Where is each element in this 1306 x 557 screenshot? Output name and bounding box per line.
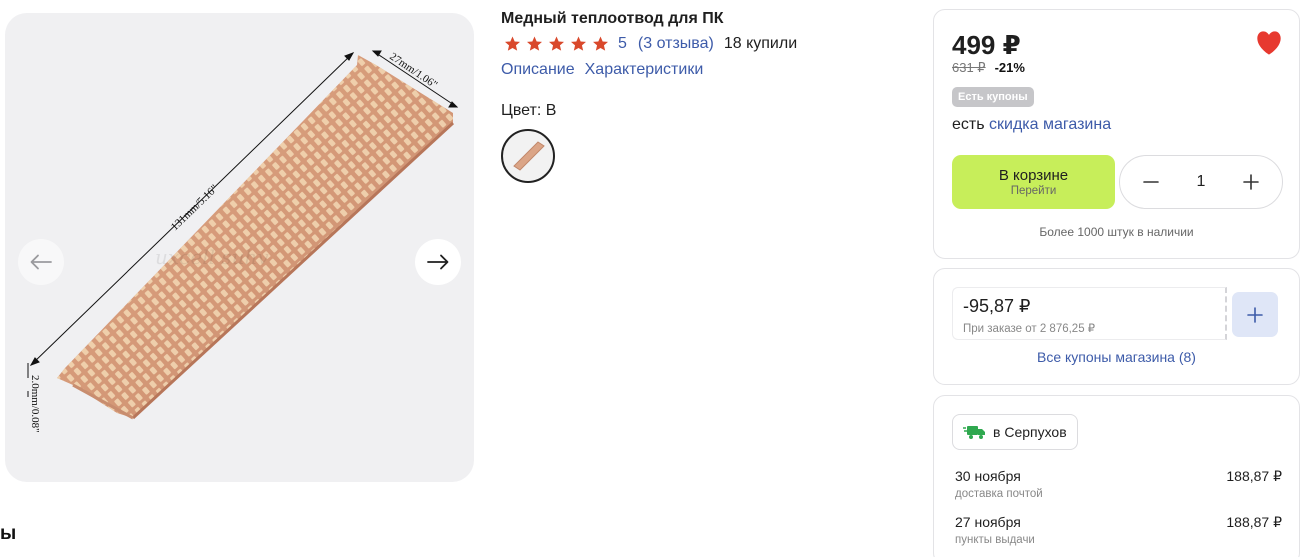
- arrow-right-icon: [427, 254, 449, 270]
- city-label: в Серпухов: [993, 424, 1067, 440]
- current-price: 499 ₽: [952, 30, 1021, 60]
- delivery-date: 27 ноября: [955, 514, 1021, 530]
- delivery-type: пункты выдачи: [955, 534, 1035, 546]
- product-title: Медный теплоотвод для ПК: [501, 10, 724, 27]
- description-link[interactable]: Описание: [501, 61, 575, 79]
- delivery-price: 188,87 ₽: [1226, 468, 1282, 484]
- color-swatch-b[interactable]: [501, 129, 555, 183]
- in-cart-button[interactable]: В корзине Перейти: [952, 155, 1115, 209]
- swatch-thumbnail: [513, 141, 545, 171]
- add-coupon-button[interactable]: [1232, 292, 1278, 337]
- store-discount-row: есть скидка магазина: [952, 116, 1111, 134]
- rating-value[interactable]: 5: [618, 35, 627, 53]
- truck-icon: [963, 426, 985, 439]
- old-price: 631 ₽: [952, 60, 986, 75]
- section-heading-partial: ы: [0, 523, 17, 544]
- gallery-prev-button[interactable]: [18, 239, 64, 285]
- star-icon: [593, 36, 608, 51]
- gallery-next-button[interactable]: [415, 239, 461, 285]
- delivery-price: 188,87 ₽: [1226, 514, 1282, 530]
- heart-icon[interactable]: [1255, 30, 1283, 56]
- coupon-amount: -95,87 ₽: [963, 296, 1031, 316]
- delivery-date: 30 ноября: [955, 468, 1021, 484]
- image-watermark: uxcell suhv: [155, 245, 269, 269]
- dimension-height-label: 2.0mm/0.08": [29, 375, 41, 433]
- coupon-ticket[interactable]: -95,87 ₽ При заказе от 2 876,25 ₽: [952, 287, 1227, 340]
- star-icon: [549, 36, 564, 51]
- price-card: 499 ₽ 631 ₽ -21% Есть купоны есть скидка…: [933, 9, 1300, 259]
- quantity-value[interactable]: 1: [1197, 173, 1206, 191]
- star-icon: [505, 36, 520, 51]
- rating-row: 5 (3 отзыва) 18 купили: [503, 34, 797, 54]
- plus-icon: [1247, 306, 1263, 323]
- bought-count: 18 купили: [723, 35, 798, 52]
- old-price-row: 631 ₽ -21%: [952, 60, 1025, 76]
- product-gallery[interactable]: 131mm/5.16" 27mm/1.06" 2.0mm/0.08" uxcel…: [5, 13, 474, 482]
- color-label: Цвет: B: [501, 102, 557, 119]
- minus-icon[interactable]: [1142, 173, 1160, 191]
- in-cart-label: В корзине: [998, 167, 1069, 184]
- go-to-cart-label: Перейти: [1010, 185, 1057, 197]
- rating-stars: [503, 35, 610, 53]
- star-icon: [571, 36, 586, 51]
- city-selector-button[interactable]: в Серпухов: [952, 414, 1078, 450]
- stock-info: Более 1000 штук в наличии: [1039, 225, 1194, 239]
- product-links: Описание Характеристики: [501, 61, 703, 79]
- coupon-card: -95,87 ₽ При заказе от 2 876,25 ₽ Все ку…: [933, 268, 1300, 385]
- all-coupons-link[interactable]: Все купоны магазина (8): [934, 349, 1299, 365]
- product-page: 131mm/5.16" 27mm/1.06" 2.0mm/0.08" uxcel…: [0, 0, 1306, 557]
- delivery-type: доставка почтой: [955, 488, 1043, 500]
- coupon-badge: Есть купоны: [952, 87, 1034, 107]
- plus-icon[interactable]: [1242, 173, 1260, 191]
- arrow-left-icon: [30, 254, 52, 270]
- coupon-condition: При заказе от 2 876,25 ₽: [963, 323, 1096, 335]
- star-icon: [527, 36, 542, 51]
- characteristics-link[interactable]: Характеристики: [585, 61, 704, 79]
- quantity-stepper: 1: [1119, 155, 1283, 209]
- delivery-card: в Серпухов 30 ноября 188,87 ₽ доставка п…: [933, 395, 1300, 557]
- discount-percent: -21%: [994, 60, 1025, 75]
- store-discount-link[interactable]: скидка магазина: [989, 116, 1111, 133]
- store-discount-prefix: есть: [952, 116, 985, 133]
- reviews-link[interactable]: (3 отзыва): [638, 35, 714, 53]
